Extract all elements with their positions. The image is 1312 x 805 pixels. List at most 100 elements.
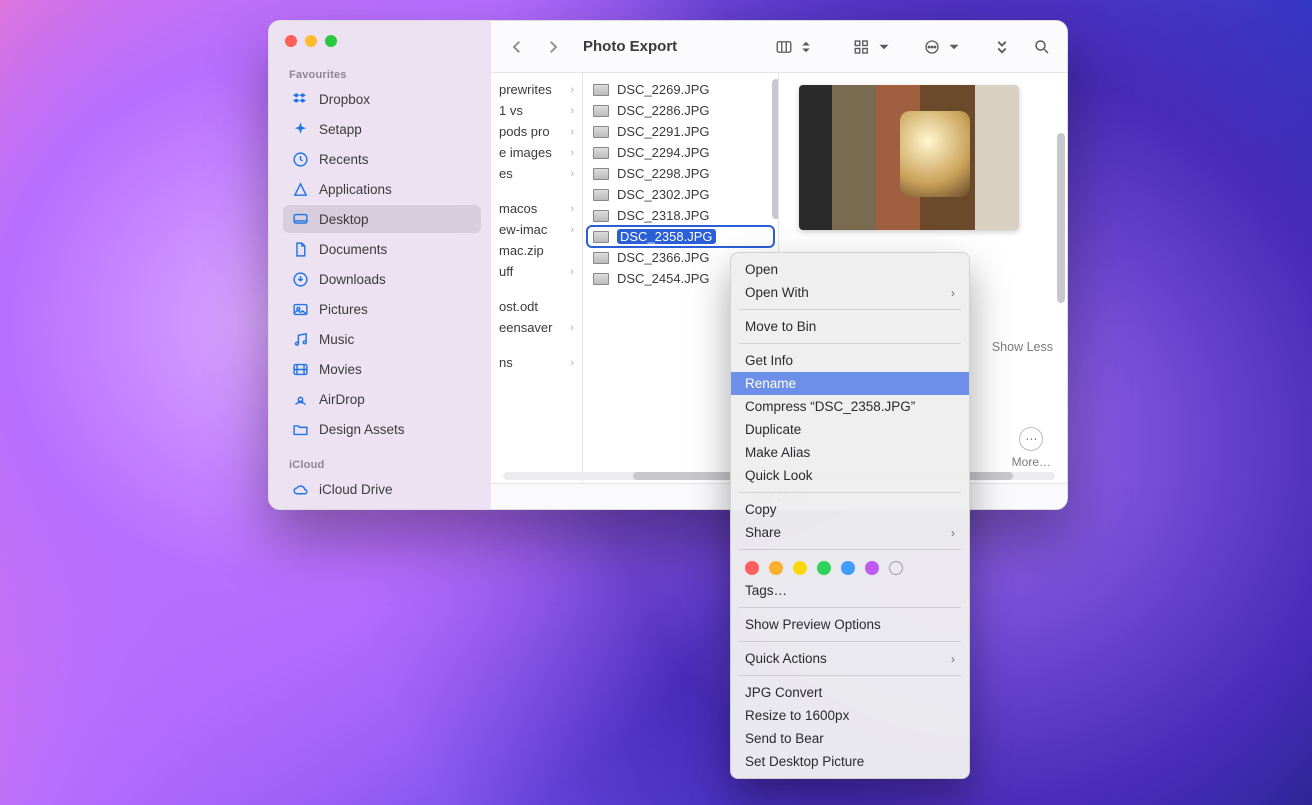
menu-item[interactable]: Make Alias — [731, 441, 969, 464]
ellipsis-icon: ⋯ — [1019, 427, 1043, 451]
sidebar-item-label: AirDrop — [319, 392, 365, 407]
menu-item-label: Quick Look — [745, 468, 813, 483]
parent-item[interactable]: 1 vs› — [497, 100, 582, 121]
menu-separator — [739, 492, 961, 493]
file-item[interactable]: DSC_2294.JPG — [587, 142, 774, 163]
menu-item-label: Open — [745, 262, 778, 277]
parent-item[interactable]: pods pro› — [497, 121, 582, 142]
sidebar-item-music[interactable]: Music — [283, 325, 481, 353]
menu-item-label: Move to Bin — [745, 319, 816, 334]
menu-item[interactable]: Show Preview Options — [731, 613, 969, 636]
tag-color-r[interactable] — [745, 561, 759, 575]
menu-item[interactable]: Share› — [731, 521, 969, 544]
show-less-button[interactable]: Show Less — [992, 340, 1053, 354]
menu-item-label: JPG Convert — [745, 685, 822, 700]
sidebar-item-movies[interactable]: Movies — [283, 355, 481, 383]
cloud-icon — [291, 480, 309, 498]
overflow-button[interactable] — [991, 35, 1013, 59]
file-item[interactable]: DSC_2298.JPG — [587, 163, 774, 184]
sidebar-item-setapp[interactable]: Setapp — [283, 115, 481, 143]
sidebar-item-recents[interactable]: Recents — [283, 145, 481, 173]
parent-item[interactable]: eensaver› — [497, 317, 582, 338]
sidebar-item-label: Setapp — [319, 122, 362, 137]
file-item[interactable]: DSC_2286.JPG — [587, 100, 774, 121]
menu-item-label: Quick Actions — [745, 651, 827, 666]
menu-item-label: Resize to 1600px — [745, 708, 849, 723]
sidebar-item-label: Documents — [319, 242, 387, 257]
menu-item[interactable]: Open — [731, 258, 969, 281]
menu-item[interactable]: Duplicate — [731, 418, 969, 441]
column-scrollbar[interactable] — [772, 79, 779, 219]
sidebar-item-label: iCloud Drive — [319, 482, 393, 497]
file-name: DSC_2269.JPG — [617, 82, 710, 97]
menu-item[interactable]: Set Desktop Picture — [731, 750, 969, 773]
menu-item-label: Copy — [745, 502, 777, 517]
menu-separator — [739, 309, 961, 310]
back-button[interactable] — [505, 35, 529, 59]
menu-item[interactable]: Get Info — [731, 349, 969, 372]
menu-item[interactable]: Tags… — [731, 579, 969, 602]
parent-item[interactable]: ew-imac› — [497, 219, 582, 240]
file-name: DSC_2298.JPG — [617, 166, 710, 181]
tag-color-o[interactable] — [769, 561, 783, 575]
preview-scrollbar[interactable] — [1057, 133, 1065, 303]
sidebar-item-design-assets[interactable]: Design Assets — [283, 415, 481, 443]
tag-color-n[interactable] — [889, 561, 903, 575]
parent-item[interactable]: ns› — [497, 352, 582, 373]
menu-item[interactable]: Quick Actions› — [731, 647, 969, 670]
parent-item[interactable]: mac.zip — [497, 240, 582, 261]
parent-item[interactable]: macos› — [497, 198, 582, 219]
menu-item[interactable]: Open With› — [731, 281, 969, 304]
tag-color-g[interactable] — [817, 561, 831, 575]
tag-color-y[interactable] — [793, 561, 807, 575]
minimize-window-button[interactable] — [305, 35, 317, 47]
file-item[interactable]: DSC_2291.JPG — [587, 121, 774, 142]
menu-item[interactable]: Send to Bear — [731, 727, 969, 750]
finder-toolbar: Photo Export — [491, 21, 1067, 73]
sidebar-item-documents[interactable]: Documents — [283, 235, 481, 263]
action-button[interactable] — [921, 35, 965, 59]
menu-item[interactable]: Rename — [731, 372, 969, 395]
search-button[interactable] — [1031, 35, 1053, 59]
sidebar-item-downloads[interactable]: Downloads — [283, 265, 481, 293]
parent-item[interactable]: uff› — [497, 261, 582, 282]
menu-item[interactable]: Copy — [731, 498, 969, 521]
menu-item[interactable]: Compress “DSC_2358.JPG” — [731, 395, 969, 418]
parent-item[interactable]: prewrites› — [497, 79, 582, 100]
forward-button[interactable] — [541, 35, 565, 59]
file-item[interactable]: DSC_2269.JPG — [587, 79, 774, 100]
tag-color-b[interactable] — [841, 561, 855, 575]
menu-item[interactable]: Move to Bin — [731, 315, 969, 338]
sidebar-item-label: Applications — [319, 182, 392, 197]
file-item[interactable]: DSC_2302.JPG — [587, 184, 774, 205]
column-parent[interactable]: prewrites›1 vs›pods pro›e images›es› maco… — [491, 73, 583, 509]
tag-color-p[interactable] — [865, 561, 879, 575]
parent-item[interactable]: e images› — [497, 142, 582, 163]
movies-icon — [291, 360, 309, 378]
context-menu[interactable]: OpenOpen With›Move to BinGet InfoRenameC… — [730, 252, 970, 779]
sidebar-item-desktop[interactable]: Desktop — [283, 205, 481, 233]
file-name: DSC_2294.JPG — [617, 145, 710, 160]
sidebar-header-favourites: Favourites — [283, 65, 481, 83]
view-columns-button[interactable] — [773, 35, 817, 59]
menu-item[interactable]: Quick Look — [731, 464, 969, 487]
parent-item[interactable]: ost.odt — [497, 296, 582, 317]
sidebar-item-applications[interactable]: Applications — [283, 175, 481, 203]
zoom-window-button[interactable] — [325, 35, 337, 47]
sidebar-item-icloud-drive[interactable]: iCloud Drive — [283, 475, 481, 503]
file-thumbnail-icon — [593, 126, 609, 138]
sidebar-item-airdrop[interactable]: AirDrop — [283, 385, 481, 413]
file-item[interactable]: DSC_2318.JPG — [587, 205, 774, 226]
menu-item[interactable]: JPG Convert — [731, 681, 969, 704]
menu-item[interactable]: Resize to 1600px — [731, 704, 969, 727]
close-window-button[interactable] — [285, 35, 297, 47]
chevron-right-icon: › — [951, 286, 955, 300]
menu-separator — [739, 343, 961, 344]
parent-item[interactable]: es› — [497, 163, 582, 184]
sidebar-item-pictures[interactable]: Pictures — [283, 295, 481, 323]
more-actions[interactable]: ⋯ More… — [1012, 427, 1051, 469]
sidebar-item-dropbox[interactable]: Dropbox — [283, 85, 481, 113]
group-button[interactable] — [851, 35, 895, 59]
sidebar-item-label: Music — [319, 332, 354, 347]
file-item[interactable]: DSC_2358.JPG — [587, 226, 774, 247]
